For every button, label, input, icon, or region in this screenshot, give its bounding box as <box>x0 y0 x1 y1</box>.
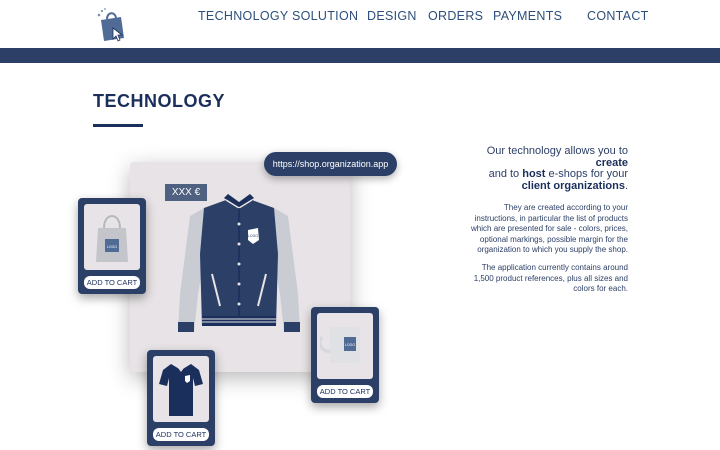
nav-orders[interactable]: ORDERS <box>428 9 483 23</box>
paragraph-1-line: which are presented for sale - colors, p… <box>471 224 628 233</box>
add-to-cart-button-mug[interactable]: ADD TO CART <box>317 385 373 398</box>
intro-line-3a: and to <box>488 168 523 180</box>
nav-payments[interactable]: PAYMENTS <box>493 9 562 23</box>
header-band <box>0 48 720 63</box>
nav-contact[interactable]: CONTACT <box>587 9 649 23</box>
paragraph-1-line: optional markings, possible margin for t… <box>479 234 628 244</box>
paragraph-2-line: 1,500 product references, plus all sizes… <box>473 273 628 283</box>
description-paragraph-2: The application currently contains aroun… <box>432 263 628 295</box>
varsity-jacket-image: LOGO <box>178 194 300 332</box>
tote-bag-image: LOGO <box>96 215 128 262</box>
intro-create: create <box>595 156 628 169</box>
product-logo-text: LOGO <box>107 245 117 249</box>
intro-client-organizations: client organizations <box>521 179 625 192</box>
top-navigation: TECHNOLOGY SOLUTION DESIGN ORDERS PAYMEN… <box>0 0 720 48</box>
product-card-mug: LOGO ADD TO CART <box>311 307 379 403</box>
nav-technology[interactable]: TECHNOLOGY <box>198 9 289 23</box>
paragraph-2-line: The application currently contains aroun… <box>481 263 628 272</box>
nav-design[interactable]: DESIGN <box>367 9 417 23</box>
nav-solution[interactable]: SOLUTION <box>292 9 358 23</box>
paragraph-1-line: organization to which you supply the sho… <box>477 245 628 254</box>
shopping-bag-cursor-icon[interactable] <box>96 6 126 42</box>
product-card-polo-shirt: ADD TO CART <box>147 350 215 446</box>
paragraph-1-line: instructions, in particular the list of … <box>474 213 628 223</box>
paragraph-1-line: They are created according to your <box>503 203 628 212</box>
paragraph-2-line: colors for each. <box>573 284 628 293</box>
intro-line-3c: e-shops for your <box>545 168 629 180</box>
add-to-cart-button-polo-shirt[interactable]: ADD TO CART <box>153 428 209 441</box>
mug-image: LOGO <box>320 327 360 363</box>
product-logo-text: LOGO <box>345 343 355 347</box>
title-underline <box>93 124 143 127</box>
polo-shirt-image <box>159 363 203 416</box>
intro-text: Our technology allows you to create and … <box>440 145 629 192</box>
product-card-tote-bag: LOGO ADD TO CART <box>78 198 146 294</box>
description-paragraph-1: They are created according to your instr… <box>432 203 628 256</box>
add-to-cart-button-tote-bag[interactable]: ADD TO CART <box>84 276 140 289</box>
intro-period: . <box>624 179 628 192</box>
product-logo-text: LOGO <box>248 234 258 238</box>
page-title: TECHNOLOGY <box>93 91 226 111</box>
shop-url-badge[interactable]: https://shop.organization.app <box>264 152 397 176</box>
intro-host: host <box>522 168 546 180</box>
